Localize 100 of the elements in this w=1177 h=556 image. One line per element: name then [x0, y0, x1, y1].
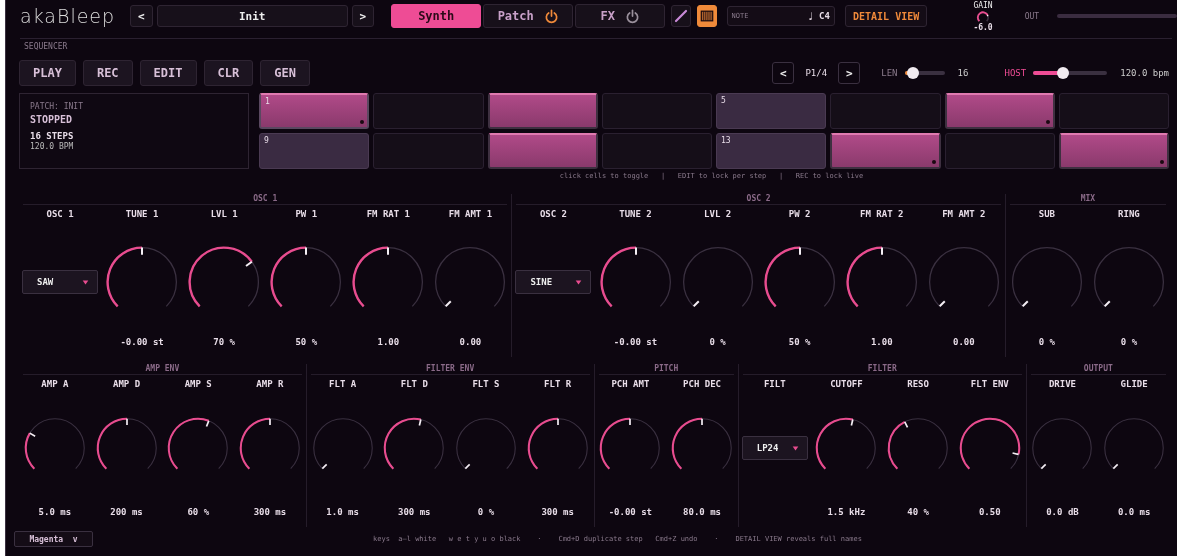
control-label: FM AMT 1: [448, 209, 493, 219]
control-value: 0 %: [477, 507, 495, 519]
tab[interactable]: Synth: [391, 4, 482, 28]
control-value: 50 %: [788, 337, 811, 349]
control-label: RING: [1118, 209, 1140, 219]
tempo-slider-thumb[interactable]: [1056, 67, 1069, 79]
transport-button[interactable]: EDIT: [139, 60, 197, 86]
step-count: 16 STEPS: [30, 131, 75, 141]
step-cell[interactable]: [601, 93, 712, 129]
pencil-tool-button[interactable]: [671, 5, 691, 27]
control-label: FM RAT 2: [860, 209, 904, 219]
waveform-dropdown[interactable]: LP24: [741, 436, 808, 460]
control-value: 0.50: [978, 507, 1001, 519]
section-title: AMP ENV: [23, 364, 302, 375]
step-cell[interactable]: [944, 93, 1055, 129]
step-cell[interactable]: [1058, 133, 1169, 169]
next-patch-button[interactable]: >: [351, 5, 375, 27]
step-cell[interactable]: 1: [259, 93, 370, 129]
tab[interactable]: Patch: [483, 4, 574, 28]
step-cell[interactable]: 13: [716, 133, 827, 169]
control-value: 0 %: [709, 337, 726, 349]
control-label: FM AMT 2: [942, 209, 986, 219]
control-label: GLIDE: [1120, 379, 1148, 389]
step-cell[interactable]: 5: [716, 93, 827, 129]
app-logo: akaBleep: [20, 5, 117, 27]
waveform-dropdown[interactable]: SAW: [22, 270, 99, 294]
step-cell[interactable]: [487, 133, 598, 169]
control-value: 0 %: [1038, 337, 1055, 349]
control-label: AMP D: [113, 379, 141, 389]
control-value: 1.5 kHz: [827, 507, 866, 519]
transport-button[interactable]: REC: [82, 60, 133, 86]
previous-page-button[interactable]: <: [772, 62, 795, 84]
patch-name-field[interactable]: Init: [156, 5, 348, 27]
step-cell[interactable]: [1058, 93, 1169, 129]
control-label: FILT: [763, 379, 786, 389]
previous-patch-button[interactable]: <: [130, 5, 153, 27]
control-label: FLT ENV: [970, 379, 1009, 389]
control-value: 70 %: [213, 337, 236, 349]
control-value: 300 ms: [541, 507, 574, 519]
control-label: LVL 1: [210, 209, 238, 219]
host-label: HOST: [1004, 68, 1027, 78]
control-value: 80.0 ms: [683, 507, 721, 519]
power-icon[interactable]: [624, 8, 640, 24]
control-value: 0.0 dB: [1046, 507, 1079, 519]
control-value: 0 %: [1120, 337, 1138, 349]
control-label: AMP S: [184, 379, 212, 389]
length-label: LEN: [881, 68, 898, 78]
step-number: 13: [721, 136, 731, 145]
waveform-dropdown[interactable]: SINE: [515, 270, 592, 294]
transport-button[interactable]: GEN: [260, 60, 310, 86]
control-label: AMP R: [256, 379, 284, 389]
keyboard-button[interactable]: [696, 5, 717, 27]
control-value: 1.00: [377, 337, 400, 349]
control-label: FLT D: [400, 379, 428, 389]
transport-button[interactable]: PLAY: [19, 60, 76, 86]
detail-view-button[interactable]: DETAIL VIEW: [844, 5, 928, 27]
transport-button[interactable]: CLR: [203, 60, 254, 86]
control-value: 50 %: [295, 337, 318, 349]
step-number: 9: [264, 136, 269, 145]
control-label: OSC 2: [539, 209, 567, 219]
section-title: OSC 1: [23, 194, 508, 205]
control-value: 1.0 ms: [326, 507, 359, 519]
section-title: PITCH: [598, 364, 734, 375]
control-label: TUNE 1: [125, 209, 159, 219]
section-title: FILTER: [742, 364, 1022, 375]
control-label: CUTOFF: [830, 379, 863, 389]
step-cell[interactable]: [944, 133, 1055, 169]
lock-dot: [1160, 160, 1164, 164]
step-cell[interactable]: [373, 133, 484, 169]
theme-dropdown[interactable]: Magenta v: [14, 531, 93, 547]
next-page-button[interactable]: >: [838, 62, 861, 84]
step-cell[interactable]: [487, 93, 598, 129]
gain-knob[interactable]: [975, 11, 992, 24]
step-number: 5: [721, 96, 726, 105]
power-icon[interactable]: [543, 8, 559, 24]
dropdown-caret-icon: [575, 278, 583, 286]
length-slider-thumb[interactable]: [906, 67, 919, 79]
section-title: SEQUENCER: [24, 42, 68, 51]
step-cell[interactable]: [830, 133, 941, 169]
control-value: 40 %: [907, 507, 929, 519]
section-title: MIX: [1009, 194, 1166, 205]
control-value: 200 ms: [110, 507, 143, 519]
play-state: STOPPED: [30, 114, 74, 125]
step-cell[interactable]: [601, 133, 712, 169]
control-value: 0.0 ms: [1117, 507, 1151, 519]
control-value: 0.00: [953, 337, 975, 349]
step-cell[interactable]: [830, 93, 941, 129]
step-cell[interactable]: [373, 93, 484, 129]
tab[interactable]: FX: [575, 4, 666, 28]
control-value: 1.00: [870, 337, 893, 349]
step-cell[interactable]: 9: [259, 133, 370, 169]
section-title: OSC 2: [516, 194, 1001, 205]
gain-label: GAIN: [973, 1, 993, 11]
control-label: FM RAT 1: [366, 209, 411, 219]
dropdown-caret-icon: [791, 444, 799, 452]
control-value: 0.00: [459, 337, 482, 349]
control-value: -0.00 st: [120, 337, 164, 349]
section-title: FILTER ENV: [310, 364, 590, 375]
control-label: DRIVE: [1048, 379, 1076, 389]
control-value: -0.00 st: [608, 507, 652, 519]
